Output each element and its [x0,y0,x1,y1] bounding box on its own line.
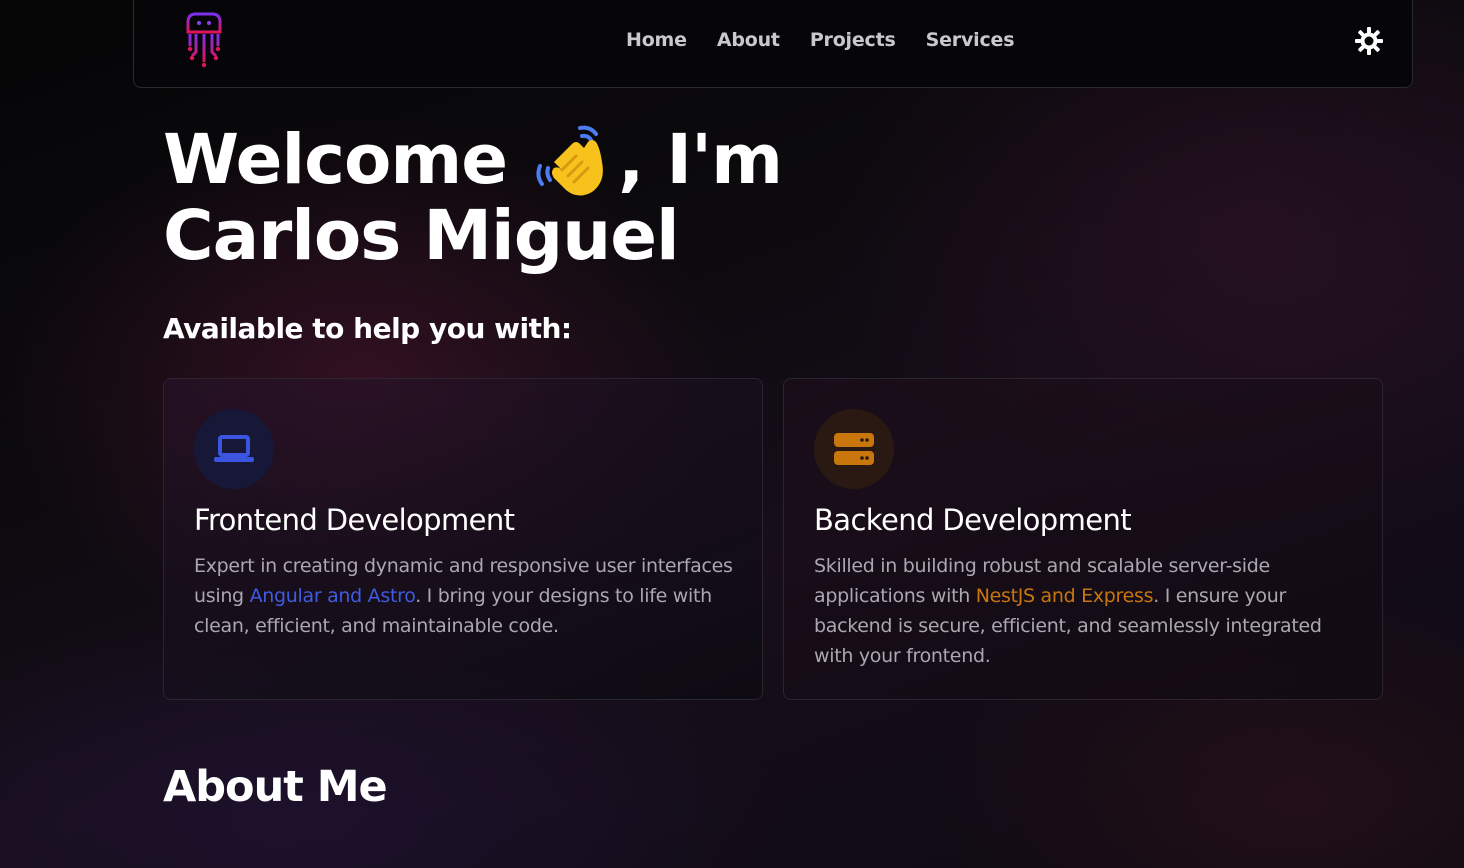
theme-toggle-sun-icon[interactable] [1354,26,1384,56]
site-header: Home About Projects Services [133,0,1413,88]
hero-im-text: , I'm [618,120,783,200]
main-nav: Home About Projects Services [626,29,1015,51]
hero-welcome-text: Welcome [163,120,508,200]
server-icon [834,433,874,465]
hero-name-text: Carlos Miguel [163,196,680,276]
service-card-backend: Backend Development Skilled in building … [783,378,1383,700]
laptop-icon-badge [194,409,274,489]
card-description: Skilled in building robust and scalable … [814,555,1322,667]
card-title: Backend Development [814,503,1132,537]
nav-home-link[interactable]: Home [626,29,687,51]
server-icon-badge [814,409,894,489]
service-card-frontend: Frontend Development Expert in creating … [163,378,763,700]
waving-hand-icon [536,125,604,196]
hero-title: Welcome , I'm Carlos Miguel [163,122,863,274]
tech-highlight: NestJS and Express [975,585,1154,607]
about-heading: About Me [163,762,388,812]
card-description: Expert in creating dynamic and responsiv… [194,555,733,637]
card-title: Frontend Development [194,503,515,537]
tech-highlight: Angular and Astro [249,585,416,607]
laptop-icon [214,435,254,462]
nav-projects-link[interactable]: Projects [810,29,896,51]
jellyfish-logo-icon[interactable] [182,12,226,68]
nav-services-link[interactable]: Services [926,29,1015,51]
services-heading: Available to help you with: [163,312,572,345]
nav-about-link[interactable]: About [717,29,780,51]
